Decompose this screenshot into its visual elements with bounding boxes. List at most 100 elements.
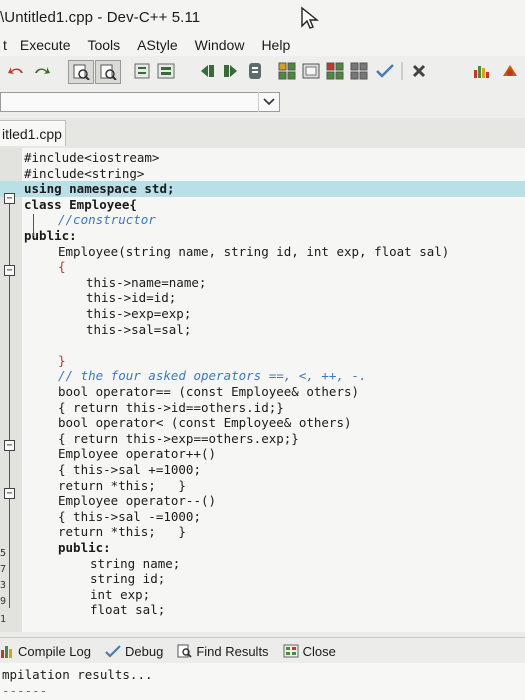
file-tab-strip: itled1.cpp bbox=[0, 118, 525, 149]
code-line[interactable]: this->name=name; bbox=[0, 275, 525, 291]
code-text: #include<iostream> bbox=[24, 150, 160, 165]
fold-toggle-icon[interactable]: − bbox=[4, 440, 15, 451]
tab-debug[interactable]: Debug bbox=[105, 644, 163, 659]
toggle-comment-icon[interactable] bbox=[246, 60, 264, 82]
bottom-panel-tabs: Compile Log Debug Find Results Close bbox=[0, 637, 525, 664]
code-line[interactable] bbox=[0, 618, 525, 632]
fold-toggle-icon[interactable]: − bbox=[4, 488, 15, 499]
code-line[interactable]: float sal; bbox=[0, 602, 525, 618]
code-line[interactable]: Employee operator++() bbox=[0, 446, 525, 462]
close-icon bbox=[283, 644, 299, 658]
menu-item-execute[interactable]: Execute bbox=[19, 37, 72, 53]
chevron-down-icon[interactable] bbox=[258, 92, 279, 112]
chart-icon[interactable] bbox=[470, 60, 494, 82]
line-number: 1 bbox=[0, 614, 7, 625]
goto-icon[interactable] bbox=[132, 60, 152, 82]
tab-untitled1[interactable]: itled1.cpp bbox=[0, 120, 66, 146]
line-number: 9 bbox=[0, 596, 7, 607]
code-text: } bbox=[58, 352, 66, 368]
code-text: bool operator== (const Employee& others) bbox=[58, 384, 360, 399]
code-text: public: bbox=[24, 228, 77, 243]
code-line[interactable]: } bbox=[0, 353, 525, 369]
tab-label: Debug bbox=[125, 643, 164, 659]
debug-icon[interactable] bbox=[498, 60, 522, 82]
rebuild-icon[interactable] bbox=[348, 60, 370, 82]
code-line[interactable]: bool operator== (const Employee& others) bbox=[0, 384, 525, 400]
code-line[interactable]: using namespace std; bbox=[0, 181, 525, 198]
code-text: return *this; } bbox=[58, 477, 186, 493]
code-line[interactable]: Employee(string name, string id, int exp… bbox=[0, 244, 525, 260]
chart-icon bbox=[1, 645, 12, 658]
fold-guide-line bbox=[9, 198, 10, 608]
find-icon bbox=[177, 644, 192, 658]
code-line[interactable]: string id; bbox=[0, 571, 525, 587]
title-bar: \Untitled1.cpp - Dev-C++ 5.11 bbox=[0, 0, 525, 34]
find-icon[interactable] bbox=[68, 60, 94, 84]
code-line[interactable]: int exp; bbox=[0, 587, 525, 603]
menu-bar: t Execute Tools AStyle Window Help bbox=[0, 34, 525, 56]
code-line[interactable] bbox=[0, 337, 525, 353]
code-line[interactable]: { return this->exp==others.exp;} bbox=[0, 431, 525, 447]
bookmark-icon[interactable] bbox=[155, 60, 177, 82]
code-line[interactable]: // the four asked operators ==, <, ++, -… bbox=[0, 368, 525, 384]
stop-icon[interactable] bbox=[409, 60, 429, 82]
code-line[interactable]: { return this->id==others.id;} bbox=[0, 400, 525, 416]
code-text: { return this->id==others.id;} bbox=[58, 399, 284, 415]
code-line[interactable]: string name; bbox=[0, 556, 525, 572]
indent-icon[interactable] bbox=[196, 60, 218, 82]
code-line[interactable]: public: bbox=[0, 228, 525, 244]
menu-item-astyle[interactable]: AStyle bbox=[136, 37, 178, 53]
code-text: this->sal=sal; bbox=[86, 321, 192, 337]
tab-compile-log[interactable]: Compile Log bbox=[0, 644, 91, 659]
code-line[interactable]: #include<string> bbox=[0, 166, 525, 182]
class-toolbar bbox=[0, 86, 525, 119]
tab-find-results[interactable]: Find Results bbox=[177, 643, 269, 659]
code-text: //constructor bbox=[58, 212, 156, 228]
compile-icon[interactable] bbox=[276, 60, 298, 82]
mouse-cursor-icon bbox=[300, 6, 320, 35]
code-text: { return this->exp==others.exp;} bbox=[58, 430, 299, 446]
code-text: #include<string> bbox=[24, 165, 145, 181]
output-line: mpilation results... bbox=[2, 667, 153, 682]
compile-run-icon[interactable] bbox=[324, 60, 346, 82]
menu-item-tools[interactable]: Tools bbox=[86, 37, 121, 53]
redo-icon[interactable] bbox=[30, 60, 52, 82]
menu-item-help[interactable]: Help bbox=[260, 37, 291, 53]
code-line[interactable]: bool operator< (const Employee& others) bbox=[0, 415, 525, 431]
code-text: this->exp=exp; bbox=[86, 306, 192, 321]
fold-toggle-icon[interactable]: − bbox=[4, 193, 15, 204]
code-line[interactable]: return *this; } bbox=[0, 524, 525, 540]
code-line[interactable]: return *this; } bbox=[0, 478, 525, 494]
code-text: public: bbox=[58, 540, 111, 555]
code-text: class Employee{ bbox=[24, 196, 137, 212]
code-line[interactable]: { bbox=[0, 259, 525, 275]
code-line[interactable]: this->sal=sal; bbox=[0, 322, 525, 338]
code-line[interactable]: //constructor bbox=[0, 212, 525, 228]
code-line[interactable]: class Employee{ bbox=[0, 197, 525, 213]
menu-item-partial[interactable]: t bbox=[2, 37, 8, 53]
fold-toggle-icon[interactable]: − bbox=[4, 265, 15, 276]
undo-icon[interactable] bbox=[6, 60, 28, 82]
unindent-icon[interactable] bbox=[220, 60, 242, 82]
tab-label: Find Results bbox=[196, 643, 269, 659]
menu-item-window[interactable]: Window bbox=[194, 37, 246, 53]
code-line[interactable]: { this->sal +=1000; bbox=[0, 462, 525, 478]
class-combo[interactable] bbox=[0, 92, 280, 112]
code-text: using namespace std; bbox=[24, 181, 175, 197]
code-text: { bbox=[58, 259, 66, 275]
run-icon[interactable] bbox=[300, 60, 322, 82]
check-icon bbox=[105, 644, 121, 658]
code-line[interactable]: #include<iostream> bbox=[0, 150, 525, 166]
code-line[interactable]: { this->sal -=1000; bbox=[0, 509, 525, 525]
code-editor[interactable]: #include<iostream> #include<string> using … bbox=[0, 148, 525, 632]
code-line[interactable]: Employee operator--() bbox=[0, 493, 525, 509]
code-line[interactable]: this->exp=exp; bbox=[0, 306, 525, 322]
code-line[interactable]: public: bbox=[0, 540, 525, 556]
syntax-check-icon[interactable] bbox=[374, 60, 396, 82]
toolbar-separator bbox=[399, 60, 405, 82]
replace-icon[interactable] bbox=[95, 60, 121, 84]
output-line: ------ bbox=[2, 683, 48, 698]
tab-close[interactable]: Close bbox=[283, 644, 336, 659]
code-line[interactable]: this->id=id; bbox=[0, 290, 525, 306]
tab-label: Close bbox=[302, 643, 336, 659]
